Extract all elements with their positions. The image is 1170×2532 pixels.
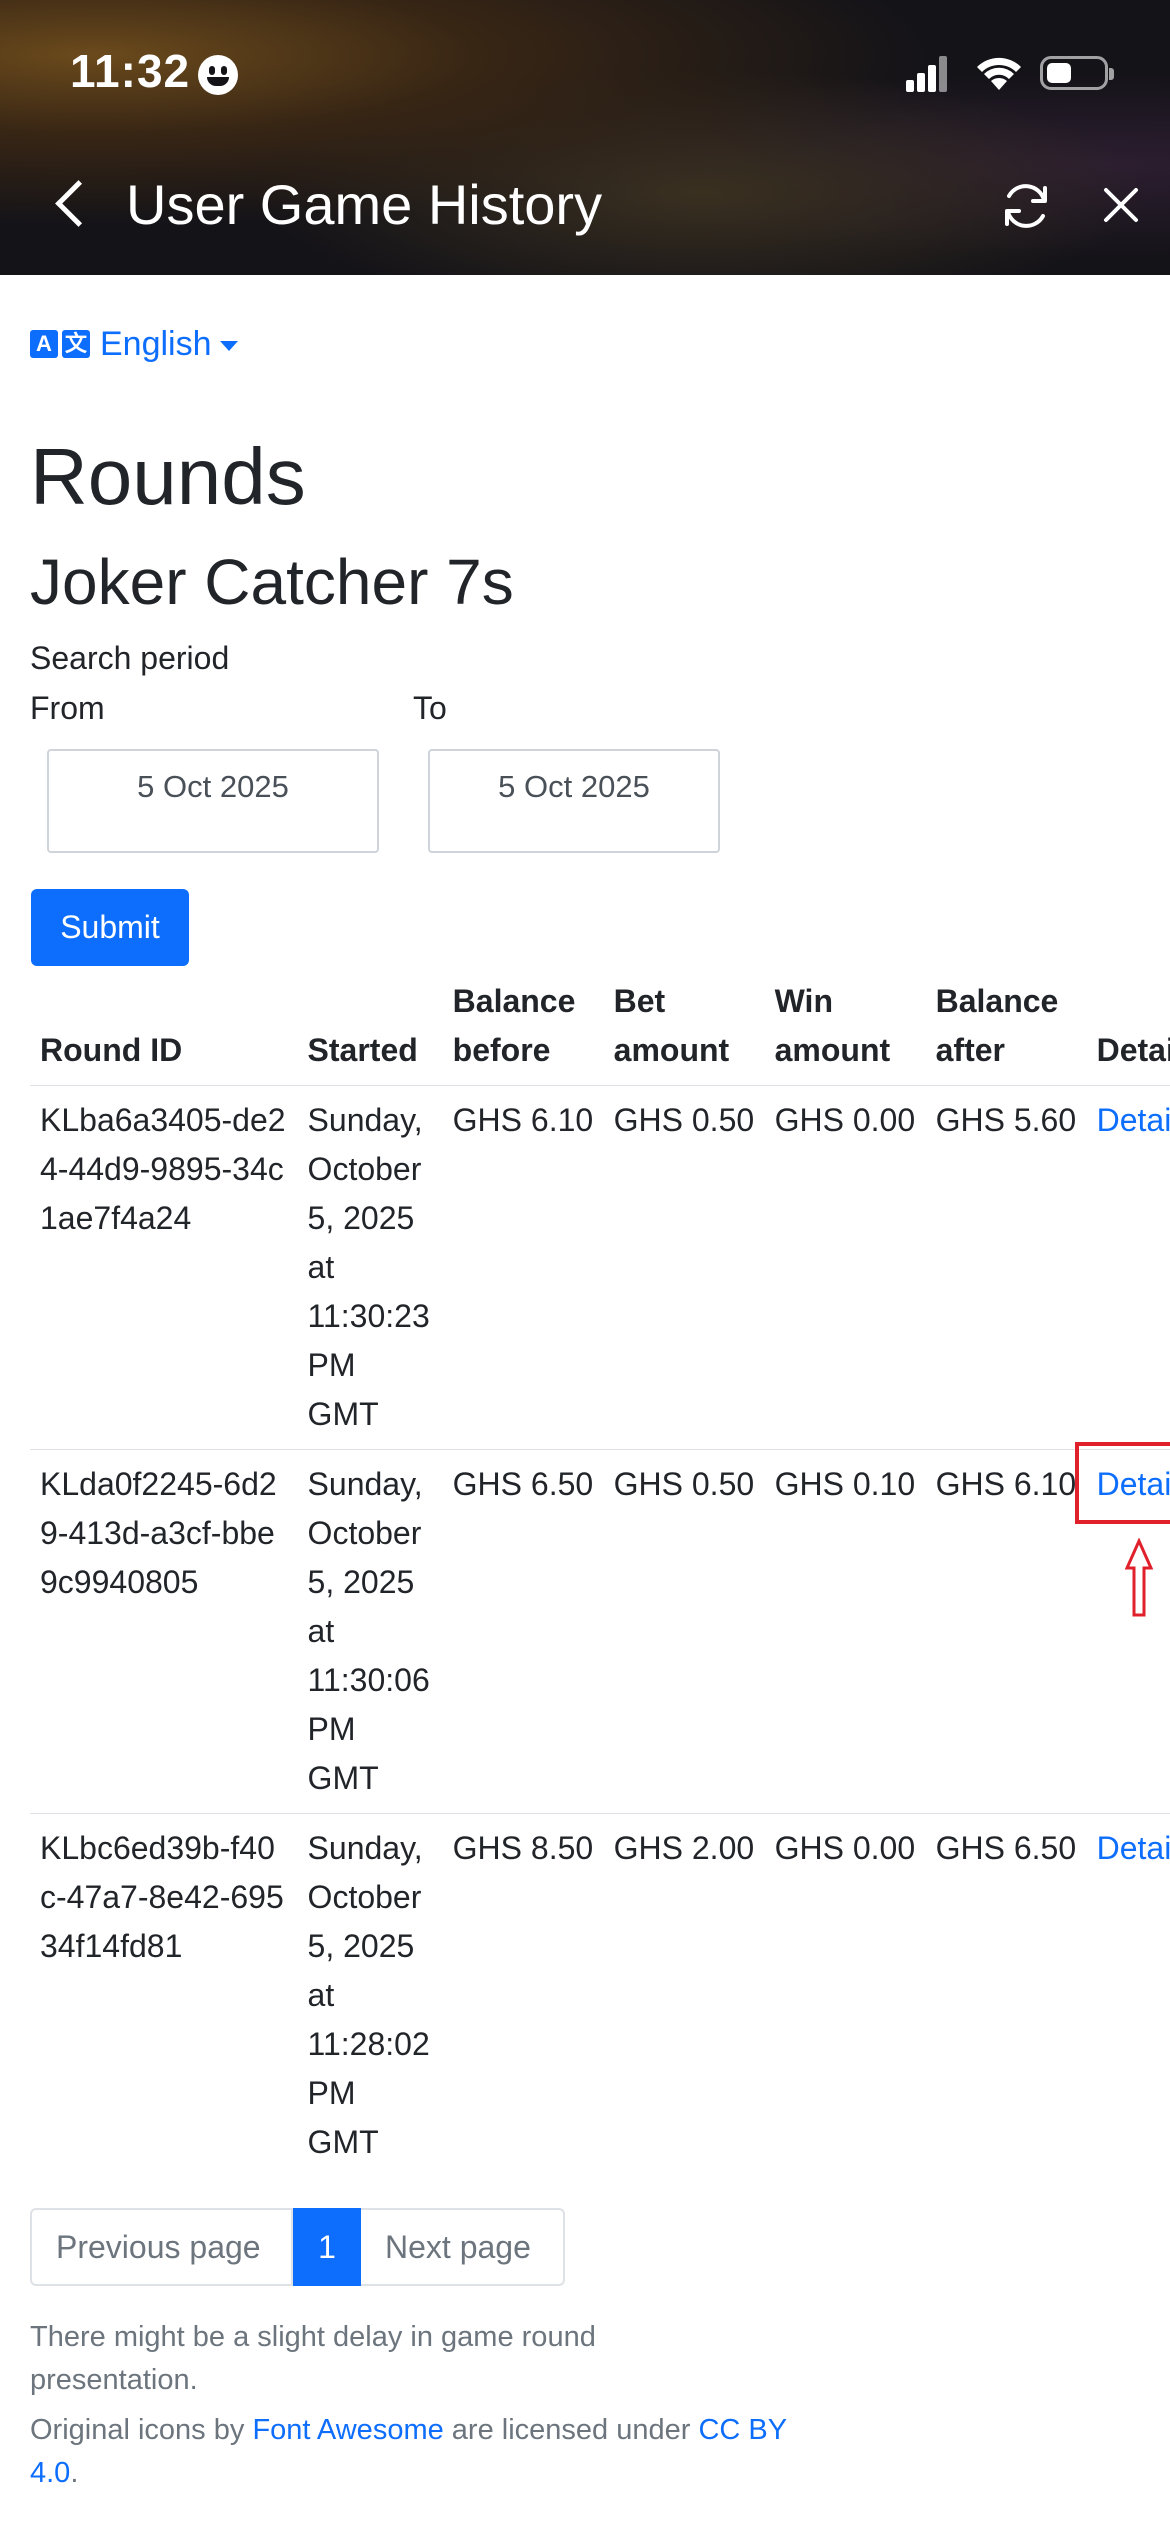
app-header: 11:32 User Game History — [0, 0, 1170, 275]
close-icon[interactable] — [1096, 180, 1146, 230]
column-header: Balance before — [452, 983, 576, 1068]
back-chevron-icon — [55, 180, 102, 227]
table-row: KLda0f2245-6d29-413d-a3cf-bbe9c9940805 S… — [30, 1449, 1170, 1814]
credits-suffix: . — [70, 2457, 79, 2489]
balance-before-cell: GHS 8.50 — [442, 1813, 604, 2179]
previous-page-button[interactable]: Previous page — [30, 2208, 293, 2286]
game-title: Joker Catcher 7s — [30, 546, 514, 618]
search-period-label: Search period — [30, 640, 230, 676]
table-row: KLba6a3405-de24-44d9-9895-34c1ae7f4a24 S… — [30, 1085, 1170, 1450]
up-arrow-icon — [1124, 1538, 1154, 1617]
battery-icon — [1040, 56, 1114, 90]
started-cell: Sunday, October 5, 2025 at 11:30:23 PM G… — [297, 1085, 443, 1450]
bet-amount-cell: GHS 0.50 — [603, 1085, 765, 1450]
details-link[interactable]: Details — [1097, 1102, 1170, 1138]
next-page-button[interactable]: Next page — [361, 2208, 565, 2286]
win-amount-cell: GHS 0.00 — [764, 1085, 926, 1450]
font-awesome-link[interactable]: Font Awesome — [252, 2414, 443, 2446]
balance-after-cell: GHS 5.60 — [925, 1085, 1087, 1450]
started-cell: Sunday, October 5, 2025 at 11:30:06 PM G… — [297, 1449, 443, 1814]
header-title: User Game History — [126, 173, 603, 236]
signal-icon — [906, 56, 948, 92]
delay-note: There might be a slight delay in game ro… — [30, 2321, 596, 2396]
caret-down-icon — [219, 341, 238, 351]
column-header: Balance after — [935, 983, 1059, 1068]
from-label: From — [30, 690, 105, 726]
language-selector[interactable]: A文 English — [30, 322, 238, 366]
page-title: Rounds — [30, 432, 306, 521]
status-time: 11:32 — [70, 45, 191, 97]
balance-before-cell: GHS 6.10 — [442, 1085, 604, 1450]
date-to-input[interactable] — [428, 749, 720, 853]
column-header: Started — [307, 1032, 418, 1068]
current-page-button[interactable]: 1 — [293, 2208, 361, 2286]
bet-amount-cell: GHS 0.50 — [603, 1449, 765, 1814]
refresh-icon[interactable] — [998, 178, 1054, 234]
language-label: English — [100, 324, 212, 363]
started-cell: Sunday, October 5, 2025 at 11:28:02 PM G… — [297, 1813, 443, 2179]
emoji-icon — [198, 55, 238, 95]
to-label: To — [413, 690, 447, 726]
icon-credits: Original icons by Font Awesome are licen… — [30, 2409, 790, 2495]
win-amount-cell: GHS 0.00 — [764, 1813, 926, 2179]
win-amount-cell: GHS 0.10 — [764, 1449, 926, 1814]
round-id-cell: KLbc6ed39b-f40c-47a7-8e42-69534f14fd81 — [30, 1813, 298, 2179]
pagination: Previous page 1 Next page — [30, 2208, 565, 2286]
translate-icon: A文 — [30, 330, 90, 358]
round-id-cell: KLba6a3405-de24-44d9-9895-34c1ae7f4a24 — [30, 1085, 298, 1450]
wifi-icon — [977, 57, 1021, 90]
column-header: Win amount — [774, 983, 891, 1068]
credits-middle: are licensed under — [443, 2414, 699, 2446]
bet-amount-cell: GHS 2.00 — [603, 1813, 765, 2179]
balance-after-cell: GHS 6.10 — [925, 1449, 1087, 1814]
column-header: Round ID — [40, 1032, 183, 1068]
round-id-cell: KLda0f2245-6d29-413d-a3cf-bbe9c9940805 — [30, 1449, 298, 1814]
column-header: Details — [1096, 1032, 1170, 1068]
submit-button[interactable]: Submit — [31, 889, 189, 966]
balance-before-cell: GHS 6.50 — [442, 1449, 604, 1814]
column-header: Bet amount — [613, 983, 730, 1068]
credits-prefix: Original icons by — [30, 2414, 253, 2446]
highlight-box — [1075, 1442, 1170, 1524]
table-header-row: Round ID Started Balance before Bet amou… — [30, 972, 1170, 1086]
table-row: KLbc6ed39b-f40c-47a7-8e42-69534f14fd81 S… — [30, 1813, 1170, 2179]
date-from-input[interactable] — [47, 749, 379, 853]
details-cell: Details — [1086, 1085, 1170, 1450]
details-cell: Details — [1086, 1813, 1170, 2179]
details-link[interactable]: Details — [1097, 1830, 1170, 1866]
rounds-table: Round ID Started Balance before Bet amou… — [30, 972, 1170, 2179]
back-button[interactable] — [48, 175, 102, 235]
balance-after-cell: GHS 6.50 — [925, 1813, 1087, 2179]
